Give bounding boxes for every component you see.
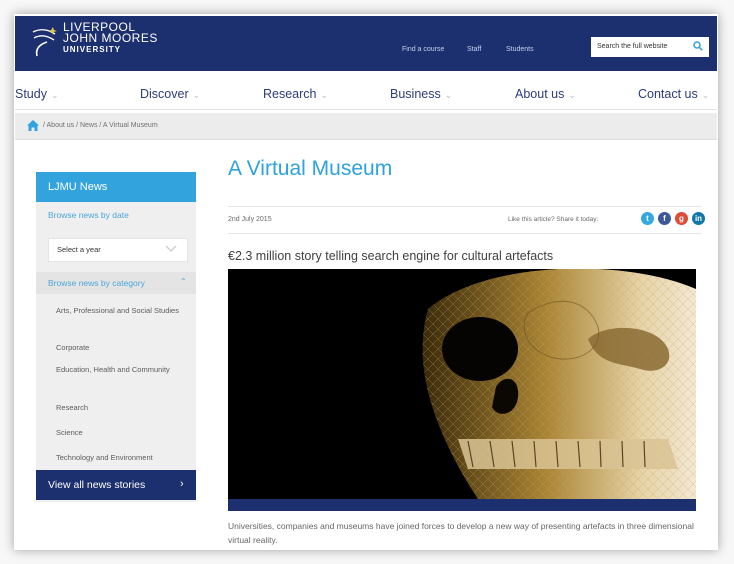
news-sidebar: LJMU News Browse news by date Select a y… xyxy=(36,172,196,502)
nav-study-label: Study xyxy=(15,87,47,101)
article-subtitle: €2.3 million story telling search engine… xyxy=(228,249,554,263)
logo-line-2: JOHN MOORES xyxy=(63,31,158,45)
breadcrumb-bar: / About us / News / A Virtual Museum xyxy=(15,113,717,140)
search-box[interactable]: Search the full website xyxy=(591,37,709,57)
view-all-news-label: View all news stories xyxy=(48,479,146,491)
search-input[interactable]: Search the full website xyxy=(597,43,667,50)
nav-study[interactable]: Study ⌄ xyxy=(15,87,59,101)
google-plus-icon[interactable]: g xyxy=(675,212,688,225)
nav-about-us-label: About us xyxy=(515,87,565,101)
nav-business[interactable]: Business ⌄ xyxy=(390,87,452,101)
image-caption-bar xyxy=(228,499,696,511)
nav-discover[interactable]: Discover ⌄ xyxy=(140,87,200,101)
breadcrumb[interactable]: / About us / News / A Virtual Museum xyxy=(43,122,158,129)
logo-line-3: UNIVERSITY xyxy=(63,45,122,54)
category-research[interactable]: Research xyxy=(56,403,186,413)
chevron-down-icon xyxy=(165,245,177,253)
chevron-down-icon: ⌄ xyxy=(50,90,59,100)
year-select[interactable]: Select a year xyxy=(48,238,188,262)
nav-business-label: Business xyxy=(390,87,441,101)
view-all-news-button[interactable]: View all news stories › xyxy=(36,470,196,500)
nav-research-label: Research xyxy=(263,87,317,101)
main-navigation: Study ⌄ Discover ⌄ Research ⌄ Business ⌄ Abo… xyxy=(15,81,717,110)
category-corporate[interactable]: Corporate xyxy=(56,343,186,353)
page-title: A Virtual Museum xyxy=(228,157,393,180)
find-a-course-link[interactable]: Find a course xyxy=(402,46,444,53)
article-intro: Universities, companies and museums have… xyxy=(228,521,694,545)
arrow-right-icon: › xyxy=(180,478,184,490)
browse-by-date-link[interactable]: Browse news by date xyxy=(48,210,129,220)
category-technology-environment[interactable]: Technology and Environment xyxy=(56,453,186,463)
chevron-down-icon: ⌄ xyxy=(701,90,710,100)
home-icon[interactable] xyxy=(27,120,39,131)
chevron-up-icon: ⌃ xyxy=(180,277,187,286)
article-hero-image xyxy=(228,269,696,511)
wireframe-skull-image xyxy=(228,269,696,499)
chevron-down-icon: ⌄ xyxy=(320,90,329,100)
search-icon[interactable] xyxy=(693,41,703,51)
chevron-down-icon: ⌄ xyxy=(444,90,453,100)
browse-by-category-label: Browse news by category xyxy=(48,278,145,288)
nav-discover-label: Discover xyxy=(140,87,189,101)
article-meta: 2nd July 2015 Like this article? Share i… xyxy=(228,206,705,234)
linkedin-icon[interactable]: in xyxy=(692,212,705,225)
category-arts-professional-social[interactable]: Arts, Professional and Social Studies xyxy=(56,306,186,316)
article-date: 2nd July 2015 xyxy=(228,216,272,223)
category-education-health-community[interactable]: Education, Health and Community xyxy=(56,365,186,375)
twitter-icon[interactable]: t xyxy=(641,212,654,225)
nav-research[interactable]: Research ⌄ xyxy=(263,87,328,101)
nav-contact-us[interactable]: Contact us ⌄ xyxy=(638,87,709,101)
year-select-value: Select a year xyxy=(57,245,101,254)
browse-by-category-toggle[interactable]: Browse news by category ⌃ xyxy=(36,272,196,294)
category-science[interactable]: Science xyxy=(56,428,186,438)
university-name[interactable]: LIVERPOOL JOHN MOORES UNIVERSITY xyxy=(63,21,158,55)
top-header: LIVERPOOL JOHN MOORES UNIVERSITY Find a … xyxy=(15,16,717,71)
share-prompt: Like this article? Share it today: xyxy=(508,216,599,223)
university-logo-icon[interactable] xyxy=(31,26,57,60)
chevron-down-icon: ⌄ xyxy=(568,90,576,100)
sidebar-title: LJMU News xyxy=(48,181,108,193)
staff-link[interactable]: Staff xyxy=(467,46,481,53)
sidebar-header[interactable]: LJMU News xyxy=(36,172,196,202)
nav-about-us[interactable]: About us ⌄ xyxy=(515,87,576,101)
nav-contact-us-label: Contact us xyxy=(638,87,698,101)
chevron-down-icon: ⌄ xyxy=(192,90,201,100)
facebook-icon[interactable]: f xyxy=(658,212,671,225)
students-link[interactable]: Students xyxy=(506,46,534,53)
